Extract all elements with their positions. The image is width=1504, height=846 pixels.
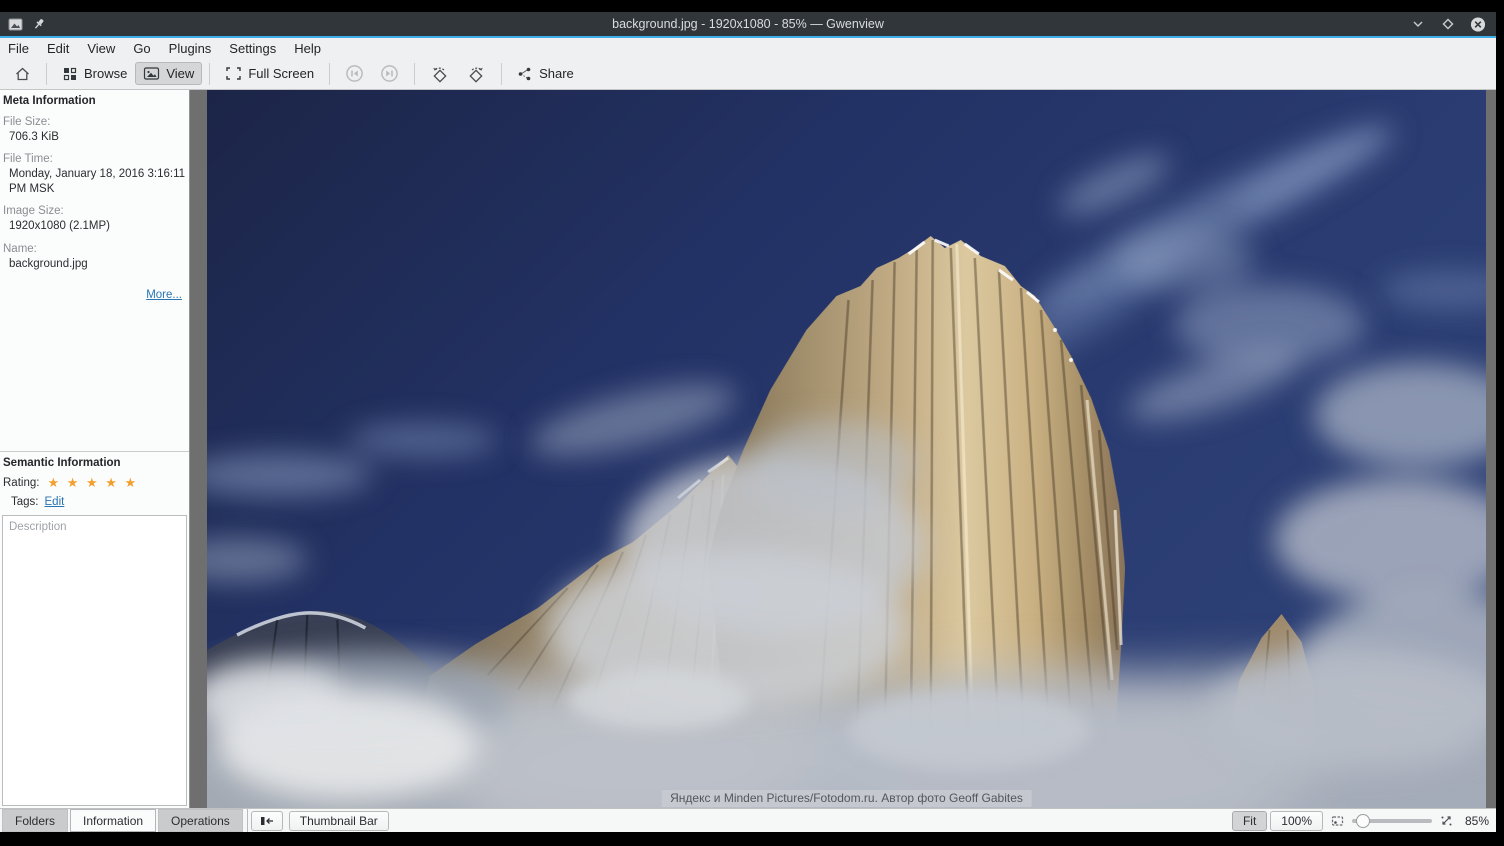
- previous-image-button[interactable]: [337, 60, 372, 87]
- toolbar-separator: [329, 63, 330, 85]
- browse-button[interactable]: Browse: [54, 62, 135, 86]
- more-metadata-link[interactable]: More...: [3, 289, 182, 301]
- tags-edit-link[interactable]: Edit: [45, 496, 65, 508]
- rotate-left-icon: [430, 65, 450, 83]
- view-image-icon: [143, 66, 160, 81]
- thumbnail-bar-button[interactable]: Thumbnail Bar: [289, 811, 389, 831]
- home-button[interactable]: [6, 62, 39, 86]
- home-icon: [14, 66, 31, 82]
- file-time-value: Monday, January 18, 2016 3:16:11 PM MSK: [3, 167, 186, 196]
- zoom-slider[interactable]: [1352, 814, 1432, 828]
- collapse-sidebar-icon: [259, 815, 275, 827]
- image-size-value: 1920x1080 (2.1MP): [3, 219, 186, 233]
- zoom-slider-handle[interactable]: [1356, 814, 1370, 828]
- file-size-value: 706.3 KiB: [3, 130, 186, 144]
- meta-information-panel: Meta Information File Size: 706.3 KiB Fi…: [0, 90, 189, 452]
- full-screen-icon: [225, 66, 242, 81]
- description-input[interactable]: [2, 515, 187, 806]
- main-area: Meta Information File Size: 706.3 KiB Fi…: [0, 90, 1496, 808]
- thumbnail-bar-label: Thumbnail Bar: [300, 814, 378, 828]
- next-image-icon: [380, 64, 399, 83]
- menu-edit[interactable]: Edit: [38, 41, 78, 56]
- image-view-area[interactable]: Яндекс и Minden Pictures/Fotodom.ru. Авт…: [190, 90, 1496, 808]
- browse-button-label: Browse: [84, 66, 127, 81]
- photo-mountain-image: Яндекс и Minden Pictures/Fotodom.ru. Авт…: [207, 90, 1486, 808]
- share-icon: [517, 66, 533, 82]
- zoom-out-icon[interactable]: [1330, 814, 1345, 828]
- image-size-label: Image Size:: [3, 205, 186, 217]
- name-label: Name:: [3, 243, 186, 255]
- menu-bar: File Edit View Go Plugins Settings Help: [0, 38, 1496, 58]
- tab-folders[interactable]: Folders: [2, 809, 68, 832]
- file-time-label: File Time:: [3, 153, 186, 165]
- statusbar-separator: [247, 809, 248, 832]
- tab-operations[interactable]: Operations: [158, 809, 243, 832]
- gwenview-app-icon: [7, 16, 23, 32]
- zoom-controls: Fit 100% 85%: [1232, 811, 1496, 831]
- zoom-fit-button[interactable]: Fit: [1232, 811, 1267, 831]
- zoom-100-button[interactable]: 100%: [1270, 811, 1323, 831]
- browse-grid-icon: [62, 66, 78, 82]
- titlebar[interactable]: background.jpg - 1920x1080 - 85% — Gwenv…: [0, 12, 1496, 36]
- menu-go[interactable]: Go: [124, 41, 159, 56]
- semantic-information-panel: Semantic Information Rating: ★ ★ ★ ★ ★ T…: [0, 452, 189, 508]
- next-image-button[interactable]: [372, 60, 407, 87]
- tab-information[interactable]: Information: [70, 809, 156, 832]
- view-button[interactable]: View: [135, 62, 202, 85]
- toolbar-separator: [501, 63, 502, 85]
- minimize-button[interactable]: [1410, 16, 1426, 32]
- menu-view[interactable]: View: [78, 41, 124, 56]
- sidebar-tab-bar: Folders Information Operations: [0, 809, 243, 832]
- main-toolbar: Browse View Full Screen: [0, 58, 1496, 90]
- rating-label: Rating:: [3, 477, 39, 489]
- collapse-sidebar-button[interactable]: [251, 811, 283, 831]
- zoom-100-label: 100%: [1281, 814, 1312, 828]
- semantic-information-title: Semantic Information: [3, 457, 186, 469]
- rotate-left-button[interactable]: [422, 61, 458, 87]
- menu-settings[interactable]: Settings: [220, 41, 285, 56]
- maximize-button[interactable]: [1440, 16, 1456, 32]
- rotate-right-icon: [466, 65, 486, 83]
- desktop-screen: background.jpg - 1920x1080 - 85% — Gwenv…: [0, 0, 1504, 846]
- image-caption: Яндекс и Minden Pictures/Fotodom.ru. Авт…: [661, 790, 1032, 807]
- pin-icon[interactable]: [31, 16, 47, 32]
- zoom-in-icon[interactable]: [1439, 814, 1454, 828]
- menu-file[interactable]: File: [8, 41, 38, 56]
- window-title: background.jpg - 1920x1080 - 85% — Gwenv…: [0, 17, 1496, 31]
- previous-image-icon: [345, 64, 364, 83]
- full-screen-button-label: Full Screen: [248, 66, 314, 81]
- toolbar-separator: [46, 63, 47, 85]
- zoom-percentage: 85%: [1461, 814, 1489, 828]
- zoom-fit-label: Fit: [1243, 814, 1256, 828]
- menu-help[interactable]: Help: [285, 41, 330, 56]
- share-button[interactable]: Share: [509, 62, 582, 86]
- toolbar-separator: [209, 63, 210, 85]
- name-value: background.jpg: [3, 257, 186, 271]
- full-screen-button[interactable]: Full Screen: [217, 62, 322, 85]
- meta-information-title: Meta Information: [3, 95, 186, 107]
- view-button-label: View: [166, 66, 194, 81]
- file-size-label: File Size:: [3, 116, 186, 128]
- menu-plugins[interactable]: Plugins: [160, 41, 221, 56]
- rotate-right-button[interactable]: [458, 61, 494, 87]
- toolbar-separator: [414, 63, 415, 85]
- rating-stars-icon[interactable]: ★ ★ ★ ★ ★: [47, 475, 138, 491]
- status-bar: Folders Information Operations Thumbnail…: [0, 808, 1496, 832]
- tags-label: Tags:: [11, 496, 39, 508]
- share-button-label: Share: [539, 66, 574, 81]
- gwenview-window: background.jpg - 1920x1080 - 85% — Gwenv…: [0, 12, 1496, 832]
- information-sidebar: Meta Information File Size: 706.3 KiB Fi…: [0, 90, 190, 808]
- close-button[interactable]: [1470, 16, 1486, 32]
